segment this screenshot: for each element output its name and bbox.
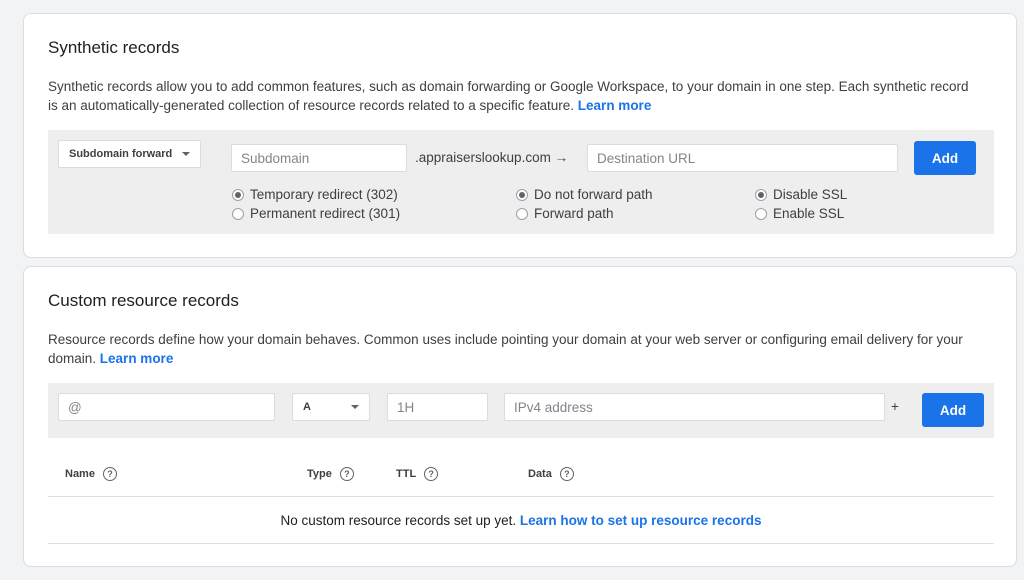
custom-learn-more-link[interactable]: Learn more	[100, 351, 174, 366]
column-label: TTL	[396, 468, 417, 480]
synthetic-type-value: Subdomain forward	[69, 148, 173, 160]
synthetic-add-button[interactable]: Add	[914, 141, 976, 175]
radio-checked-icon	[232, 188, 244, 201]
synthetic-records-card: Synthetic records Synthetic records allo…	[23, 13, 1017, 258]
radio-forward-path[interactable]: Forward path	[516, 206, 614, 221]
synthetic-description-text: Synthetic records allow you to add commo…	[48, 79, 969, 113]
synthetic-type-dropdown[interactable]: Subdomain forward	[58, 140, 201, 168]
table-divider	[48, 496, 994, 497]
synthetic-records-title: Synthetic records	[48, 38, 180, 57]
help-icon[interactable]: ?	[102, 467, 117, 481]
record-type-dropdown[interactable]: A	[292, 393, 370, 421]
column-label: Type	[307, 468, 332, 480]
caret-down-icon	[182, 152, 190, 156]
radio-do-not-forward-path[interactable]: Do not forward path	[516, 187, 653, 202]
empty-records-text: No custom resource records set up yet.	[280, 513, 517, 528]
radio-unchecked-icon	[516, 207, 528, 220]
help-icon[interactable]: ?	[424, 467, 439, 481]
radio-temporary-redirect[interactable]: Temporary redirect (302)	[232, 187, 398, 202]
destination-url-input[interactable]	[587, 144, 898, 172]
radio-unchecked-icon	[232, 207, 244, 220]
add-more-plus-icon[interactable]: +	[891, 399, 899, 414]
column-label: Data	[528, 468, 552, 480]
column-header-data: Data ?	[528, 467, 574, 481]
custom-add-button[interactable]: Add	[922, 393, 984, 427]
synthetic-record-form: Subdomain forward .appraiserslookup.com …	[48, 130, 994, 234]
custom-record-form: A + Add	[48, 383, 994, 438]
help-icon[interactable]: ?	[339, 467, 354, 481]
help-icon[interactable]: ?	[559, 467, 574, 481]
host-name-input[interactable]	[58, 393, 275, 421]
radio-unchecked-icon	[755, 207, 767, 220]
column-header-type: Type ?	[307, 467, 354, 481]
radio-label: Disable SSL	[773, 187, 848, 202]
radio-label: Temporary redirect (302)	[250, 187, 398, 202]
radio-label: Forward path	[534, 206, 614, 221]
custom-records-title: Custom resource records	[48, 291, 239, 310]
radio-enable-ssl[interactable]: Enable SSL	[755, 206, 844, 221]
radio-label: Enable SSL	[773, 206, 845, 221]
synthetic-records-description: Synthetic records allow you to add commo…	[48, 77, 978, 115]
radio-checked-icon	[755, 188, 767, 201]
column-label: Name	[65, 468, 95, 480]
synthetic-learn-more-link[interactable]: Learn more	[578, 98, 652, 113]
radio-disable-ssl[interactable]: Disable SSL	[755, 187, 847, 202]
radio-permanent-redirect[interactable]: Permanent redirect (301)	[232, 206, 400, 221]
custom-description-text: Resource records define how your domain …	[48, 332, 963, 366]
domain-suffix: .appraiserslookup.com →	[415, 150, 569, 165]
empty-records-message: No custom resource records set up yet. L…	[48, 513, 994, 528]
radio-checked-icon	[516, 188, 528, 201]
radio-label: Permanent redirect (301)	[250, 206, 401, 221]
radio-label: Do not forward path	[534, 187, 653, 202]
ttl-input[interactable]	[387, 393, 488, 421]
data-input[interactable]	[504, 393, 885, 421]
column-header-ttl: TTL ?	[396, 467, 439, 481]
caret-down-icon	[351, 405, 359, 409]
custom-records-description: Resource records define how your domain …	[48, 330, 978, 368]
custom-resource-records-card: Custom resource records Resource records…	[23, 266, 1017, 567]
record-type-value: A	[303, 401, 311, 413]
setup-records-link[interactable]: Learn how to set up resource records	[520, 513, 762, 528]
subdomain-input[interactable]	[231, 144, 407, 172]
table-bottom-divider	[48, 543, 994, 544]
column-header-name: Name ?	[65, 467, 117, 481]
